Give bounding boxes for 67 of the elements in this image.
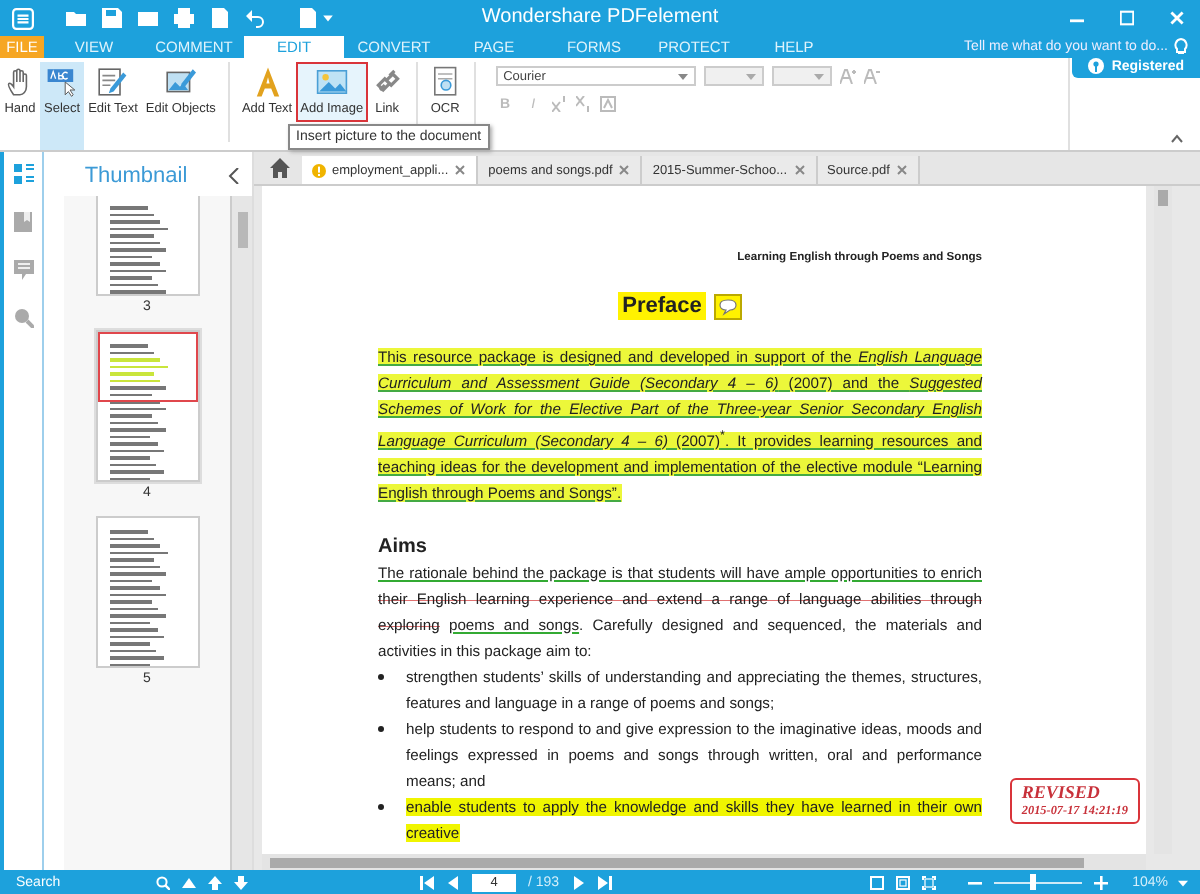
caret-icon[interactable] [1178,875,1188,889]
scrollbar[interactable] [1154,186,1172,854]
bullet-icon [378,725,384,732]
subscript-icon[interactable] [575,96,592,112]
line-spacing-dropdown[interactable] [771,66,832,86]
previous-page-icon[interactable] [446,875,460,889]
undo-icon[interactable] [246,8,266,28]
first-page-icon[interactable] [420,875,434,889]
caret-icon [677,71,688,81]
zoom-in-icon[interactable] [1094,875,1109,889]
edit-objects-icon [164,66,197,98]
window-title: Wondershare PDFelement [481,6,719,28]
close-tab-icon[interactable] [793,164,806,176]
superscript-icon[interactable] [551,96,568,112]
comment-note-icon[interactable] [713,293,742,319]
font-grow-icon[interactable] [839,68,856,84]
heading: Aims [378,533,429,560]
single-page-view-icon[interactable] [870,875,885,889]
image-icon [315,66,348,98]
letter-a-icon [251,66,284,98]
search-icon[interactable] [156,875,170,889]
home-icon[interactable] [270,158,290,178]
page-thumbnail[interactable] [95,330,199,482]
arrow-down-icon[interactable] [234,875,248,889]
triangle-up-icon[interactable] [182,875,196,889]
document-icon[interactable] [298,8,318,28]
page-thumbnail[interactable] [95,196,199,296]
ocr-scan-icon [429,66,462,98]
collapse-ribbon-icon[interactable] [1170,134,1184,144]
open-folder-icon[interactable] [66,8,86,28]
search-icon[interactable] [13,308,33,328]
edit-text-icon [96,66,129,98]
save-icon[interactable] [102,8,122,28]
page-icon[interactable] [210,8,230,28]
next-page-icon[interactable] [571,875,586,889]
text-color-icon[interactable] [599,96,616,112]
app-menu-icon[interactable] [12,7,34,29]
caret-icon [813,71,824,81]
close-tab-icon[interactable] [895,164,908,176]
bookmark-icon[interactable] [14,212,32,232]
fit-width-icon[interactable] [922,875,937,889]
page-thumbnail[interactable] [95,516,199,668]
warning-icon [312,163,326,177]
font-shrink-icon[interactable] [863,68,880,84]
collapse-panel-icon[interactable] [228,168,240,184]
comment-icon[interactable] [13,260,33,280]
close-tab-icon[interactable] [618,164,631,176]
panel-title: Thumbnail [82,164,190,188]
font-size-dropdown[interactable] [703,66,764,86]
scrollbar[interactable] [230,196,252,870]
select-text-icon [46,66,79,98]
maximize-icon[interactable] [1120,8,1134,28]
lightbulb-icon [1174,38,1188,56]
chain-link-icon [371,66,404,98]
key-icon [1087,58,1104,74]
close-tab-icon[interactable] [454,164,467,176]
bullet-icon [378,803,384,810]
last-page-icon[interactable] [597,875,612,889]
fit-page-icon[interactable] [896,875,911,889]
caret-icon [745,71,756,81]
arrow-up-icon[interactable] [208,875,222,889]
close-icon[interactable] [1170,8,1184,28]
bullet-icon [378,673,384,680]
slider-thumb[interactable] [1030,874,1037,890]
heading: Preface [618,292,706,320]
scrollbar[interactable] [262,854,1146,870]
thumbnails-icon[interactable] [13,164,33,184]
